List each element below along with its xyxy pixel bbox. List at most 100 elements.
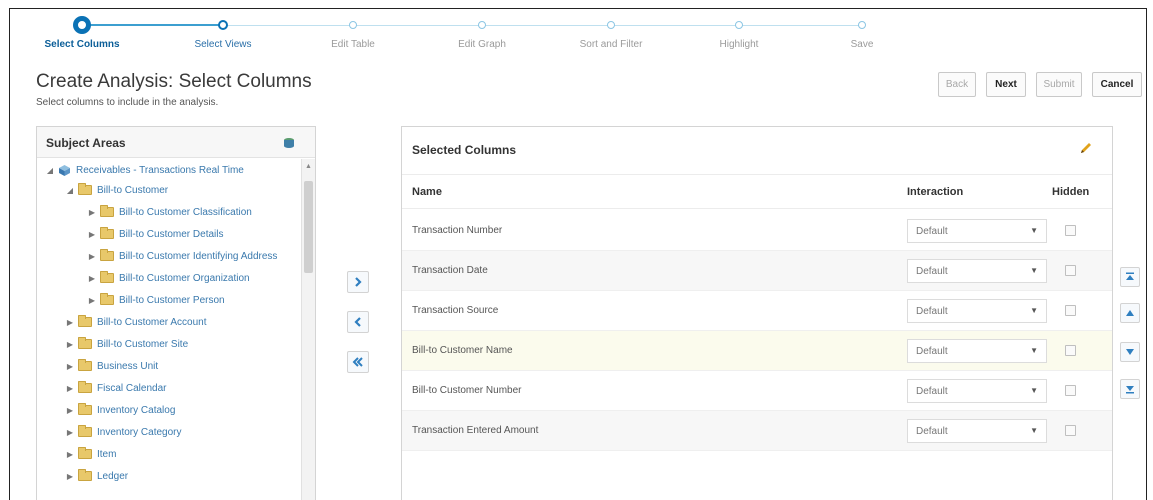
tree-node-account[interactable]: ▶ Bill-to Customer Account <box>65 313 207 331</box>
folder-icon <box>78 425 92 437</box>
interaction-select[interactable]: Default ▼ <box>907 339 1047 363</box>
page-title: Create Analysis: Select Columns <box>36 71 312 92</box>
hidden-checkbox[interactable] <box>1065 225 1076 236</box>
column-name: Bill-to Customer Number <box>412 385 522 396</box>
collapse-icon[interactable]: ◢ <box>45 166 55 175</box>
hidden-checkbox[interactable] <box>1065 425 1076 436</box>
tree-scrollbar[interactable]: ▲ <box>301 159 315 500</box>
subject-areas-header: Subject Areas <box>37 127 315 158</box>
remove-column-button[interactable] <box>347 311 369 333</box>
column-row[interactable]: Bill-to Customer Number Default ▼ <box>402 371 1112 411</box>
interaction-select[interactable]: Default ▼ <box>907 299 1047 323</box>
hidden-checkbox[interactable] <box>1065 385 1076 396</box>
folder-icon <box>78 183 92 195</box>
back-button[interactable]: Back <box>938 72 976 97</box>
hidden-checkbox[interactable] <box>1065 265 1076 276</box>
scroll-up-icon[interactable]: ▲ <box>305 163 312 170</box>
tree-node-classification[interactable]: ▶ Bill-to Customer Classification <box>87 203 252 221</box>
tree-node-business-unit[interactable]: ▶ Business Unit <box>65 357 158 375</box>
expand-icon[interactable]: ▶ <box>65 362 75 371</box>
interaction-value: Default <box>916 306 948 317</box>
expand-icon[interactable]: ▶ <box>65 340 75 349</box>
hidden-checkbox[interactable] <box>1065 345 1076 356</box>
tree-node-ledger[interactable]: ▶ Ledger <box>65 467 128 485</box>
expand-icon[interactable]: ▶ <box>65 384 75 393</box>
folder-icon <box>100 205 114 217</box>
remove-all-columns-button[interactable] <box>347 351 369 373</box>
expand-icon[interactable]: ▶ <box>87 208 97 217</box>
interaction-select[interactable]: Default ▼ <box>907 419 1047 443</box>
step-label: Save <box>850 39 874 50</box>
hidden-column-header: Hidden <box>1052 186 1090 198</box>
page-subtitle: Select columns to include in the analysi… <box>36 97 219 108</box>
tree-node-site[interactable]: ▶ Bill-to Customer Site <box>65 335 188 353</box>
column-row[interactable]: Transaction Date Default ▼ <box>402 251 1112 291</box>
cube-icon <box>59 164 70 176</box>
tree-label: Bill-to Customer Classification <box>119 206 252 218</box>
next-button[interactable]: Next <box>986 72 1026 97</box>
tree-node-fiscal-calendar[interactable]: ▶ Fiscal Calendar <box>65 379 166 397</box>
column-header-row: Name Interaction Hidden <box>402 175 1112 209</box>
subject-areas-tree: ◢ Receivables - Transactions Real Time ◢… <box>37 159 301 500</box>
folder-icon <box>78 447 92 459</box>
interaction-value: Default <box>916 426 948 437</box>
column-row[interactable]: Transaction Entered Amount Default ▼ <box>402 411 1112 451</box>
tree-node-organization[interactable]: ▶ Bill-to Customer Organization <box>87 269 250 287</box>
folder-icon <box>100 271 114 283</box>
tree-node-details[interactable]: ▶ Bill-to Customer Details <box>87 225 223 243</box>
expand-icon[interactable]: ▶ <box>87 296 97 305</box>
tree-label: Ledger <box>97 470 129 482</box>
collapse-icon[interactable]: ◢ <box>65 186 75 195</box>
selected-columns-header: Selected Columns <box>402 127 1112 175</box>
selected-columns-panel: Selected Columns Name Interaction Hidden… <box>401 126 1113 500</box>
expand-icon[interactable]: ▶ <box>65 428 75 437</box>
interaction-select[interactable]: Default ▼ <box>907 379 1047 403</box>
tree-node-person[interactable]: ▶ Bill-to Customer Person <box>87 291 225 309</box>
step-marker <box>735 21 743 29</box>
move-top-icon <box>1126 272 1134 280</box>
tree-node-inventory-catalog[interactable]: ▶ Inventory Catalog <box>65 401 175 419</box>
tree-node-inventory-category[interactable]: ▶ Inventory Category <box>65 423 182 441</box>
step-marker <box>607 21 615 29</box>
expand-icon[interactable]: ▶ <box>65 450 75 459</box>
column-row[interactable]: Transaction Source Default ▼ <box>402 291 1112 331</box>
step-marker <box>73 16 91 34</box>
move-to-bottom-button[interactable] <box>1120 379 1140 399</box>
expand-icon[interactable]: ▶ <box>87 252 97 261</box>
column-row[interactable]: Transaction Number Default ▼ <box>402 211 1112 251</box>
pencil-icon[interactable] <box>1078 140 1094 156</box>
scrollbar-thumb[interactable] <box>304 181 313 273</box>
step-marker <box>858 21 866 29</box>
submit-button[interactable]: Submit <box>1036 72 1082 97</box>
tree-node-bill-to-customer[interactable]: ◢ Bill-to Customer <box>65 181 168 199</box>
tree-label: Receivables - Transactions Real Time <box>76 164 244 176</box>
expand-icon[interactable]: ▶ <box>87 274 97 283</box>
move-up-button[interactable] <box>1120 303 1140 323</box>
name-column-header: Name <box>412 186 442 198</box>
hidden-checkbox[interactable] <box>1065 305 1076 316</box>
move-right-icon <box>355 277 362 287</box>
expand-icon[interactable]: ▶ <box>87 230 97 239</box>
database-icon[interactable] <box>283 137 295 149</box>
expand-icon[interactable]: ▶ <box>65 318 75 327</box>
step-label: Highlight <box>719 39 759 50</box>
move-to-top-button[interactable] <box>1120 267 1140 287</box>
move-down-button[interactable] <box>1120 342 1140 362</box>
cancel-button[interactable]: Cancel <box>1092 72 1142 97</box>
tree-node-identifying-address[interactable]: ▶ Bill-to Customer Identifying Address <box>87 247 277 265</box>
tree-node-item[interactable]: ▶ Item <box>65 445 116 463</box>
dropdown-arrow-icon: ▼ <box>1030 306 1038 315</box>
column-row[interactable]: Bill-to Customer Name Default ▼ <box>402 331 1112 371</box>
step-label: Edit Graph <box>458 39 506 50</box>
folder-icon <box>78 337 92 349</box>
expand-icon[interactable]: ▶ <box>65 406 75 415</box>
add-column-button[interactable] <box>347 271 369 293</box>
interaction-select[interactable]: Default ▼ <box>907 259 1047 283</box>
tree-node-receivables[interactable]: ◢ Receivables - Transactions Real Time <box>45 161 244 179</box>
interaction-select[interactable]: Default ▼ <box>907 219 1047 243</box>
tree-label: Bill-to Customer <box>97 184 169 196</box>
folder-icon <box>78 315 92 327</box>
expand-icon[interactable]: ▶ <box>65 472 75 481</box>
dropdown-arrow-icon: ▼ <box>1030 346 1038 355</box>
step-label: Sort and Filter <box>579 39 643 50</box>
